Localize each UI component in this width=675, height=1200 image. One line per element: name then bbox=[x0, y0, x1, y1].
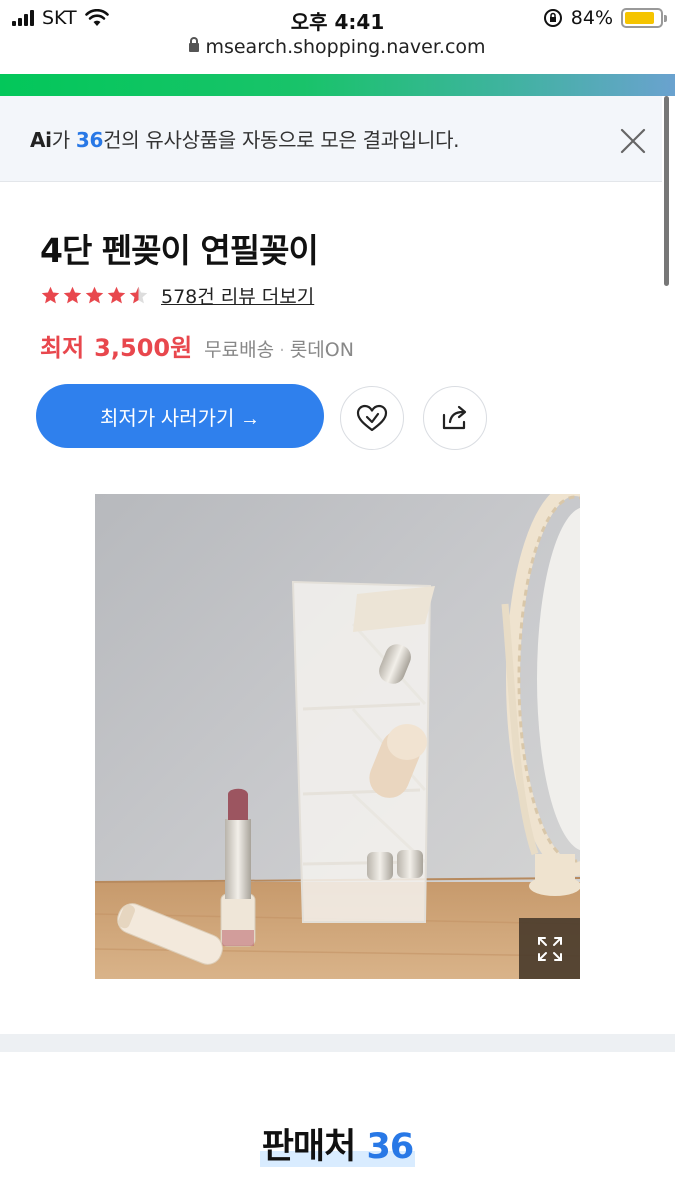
ai-banner-text-before: 가 bbox=[51, 128, 76, 152]
seller-count: 36 bbox=[366, 1127, 415, 1167]
seller-heading: 판매처 36 bbox=[0, 1118, 675, 1169]
shipping-info: 무료배송 bbox=[204, 339, 275, 361]
price-row: 최저 3,500원 무료배송 · 롯데ON bbox=[40, 328, 354, 363]
battery-icon bbox=[621, 8, 667, 28]
section-divider bbox=[0, 1034, 675, 1052]
url-text: msearch.shopping.naver.com bbox=[205, 36, 486, 58]
ai-banner-text-after: 건의 유사상품을 자동으로 모은 결과입니다. bbox=[103, 128, 460, 152]
seller-label: 판매처 bbox=[261, 1127, 357, 1167]
wishlist-button[interactable] bbox=[340, 386, 404, 450]
orientation-lock-icon bbox=[543, 9, 562, 27]
share-button[interactable] bbox=[423, 386, 487, 450]
share-icon bbox=[442, 405, 467, 430]
separator-dot: · bbox=[279, 340, 285, 361]
status-bar: SKT 오후 4:41 84% bbox=[0, 0, 675, 36]
star-icon bbox=[107, 286, 126, 304]
ai-banner-count: 36 bbox=[75, 128, 104, 152]
expand-image-button[interactable] bbox=[519, 918, 580, 979]
ai-banner-text: Ai가 36건의 유사상품을 자동으로 모은 결과입니다. bbox=[30, 124, 460, 153]
seller-heading-highlight: 판매처 36 bbox=[259, 1127, 416, 1167]
close-icon[interactable] bbox=[618, 126, 648, 156]
rating-row: 578건 리뷰 더보기 bbox=[40, 282, 314, 309]
page-load-progress bbox=[0, 74, 675, 96]
star-icon bbox=[63, 286, 82, 304]
lock-icon bbox=[189, 37, 200, 52]
price-label: 최저 bbox=[40, 334, 85, 362]
battery-percent: 84% bbox=[570, 7, 613, 29]
product-image[interactable] bbox=[95, 494, 580, 979]
scrollbar[interactable] bbox=[664, 96, 669, 286]
ai-banner: Ai가 36건의 유사상품을 자동으로 모은 결과입니다. bbox=[0, 96, 662, 182]
rating-stars bbox=[40, 285, 149, 306]
mall-name: 롯데ON bbox=[289, 339, 354, 361]
star-icon bbox=[85, 286, 104, 304]
status-right: 84% bbox=[543, 7, 667, 29]
star-icon bbox=[41, 286, 60, 304]
buy-lowest-price-button[interactable]: 최저가 사러가기 → bbox=[36, 384, 324, 448]
product-title: 4단 펜꽂이 연필꽂이 bbox=[40, 231, 319, 270]
expand-icon bbox=[537, 936, 562, 961]
star-half-icon bbox=[129, 286, 148, 304]
product-photo bbox=[95, 494, 580, 979]
url-bar[interactable]: msearch.shopping.naver.com bbox=[0, 36, 675, 74]
review-link[interactable]: 578건 리뷰 더보기 bbox=[161, 282, 314, 309]
heart-icon bbox=[356, 404, 388, 432]
ai-logo: Ai bbox=[30, 128, 52, 152]
price-value: 3,500원 bbox=[94, 334, 193, 362]
